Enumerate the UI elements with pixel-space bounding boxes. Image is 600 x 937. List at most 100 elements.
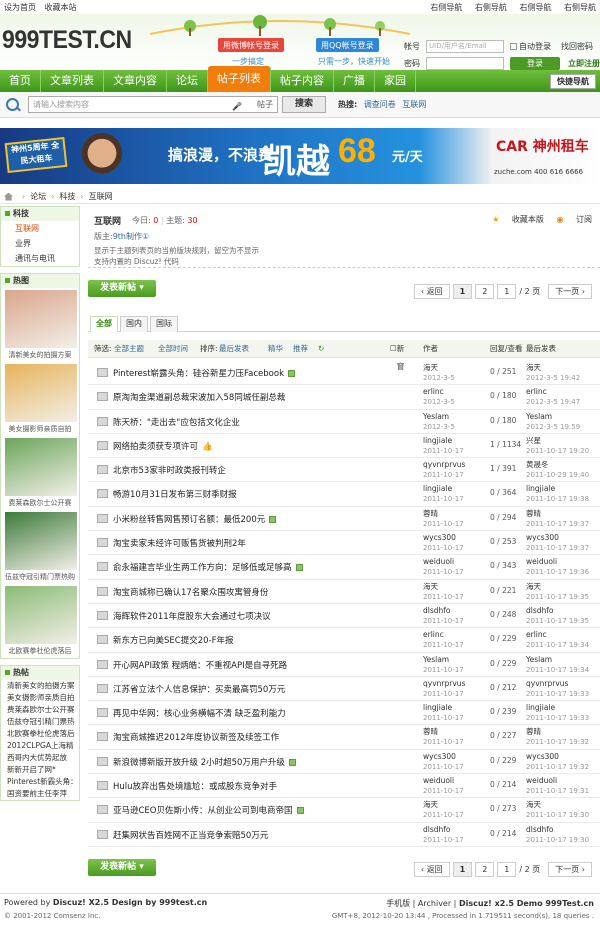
right-nav-link[interactable]: 右侧导航 xyxy=(519,3,551,12)
right-nav-link[interactable]: 右侧导航 xyxy=(430,3,462,12)
last-poster-link[interactable]: 海天 xyxy=(526,582,541,591)
account-input[interactable]: UID/用户名/Email xyxy=(426,40,504,53)
thread-title[interactable]: 赶集网状告百姓网不正当竞争索赔50万元 xyxy=(113,831,268,841)
last-post-time[interactable]: 2012-3-5 19:47 xyxy=(526,397,580,407)
hot-post-link[interactable]: 新新开启了网* xyxy=(1,764,79,776)
last-poster-link[interactable]: 兴星 xyxy=(526,436,541,445)
page-2-button[interactable]: 2 xyxy=(475,862,495,877)
sidebar-item-telecom[interactable]: 通讯与电讯 xyxy=(1,251,79,266)
last-post-time[interactable]: 2011-10-17 19:33 xyxy=(526,689,589,699)
hot-image-caption[interactable]: 清新美女的拍摄方案 xyxy=(1,348,79,362)
author-link[interactable]: wycs300 xyxy=(423,533,456,542)
hot-image-thumb[interactable] xyxy=(5,438,77,496)
home-icon[interactable] xyxy=(4,192,13,201)
thread-title[interactable]: 陈天桥："走出去"应包括文化企业 xyxy=(113,418,240,428)
bookmark-link[interactable]: 收藏本站 xyxy=(45,3,77,12)
quick-nav-button[interactable]: 快捷导航 xyxy=(550,74,596,89)
hot-post-link[interactable]: 国资要前主任李萍 xyxy=(1,788,79,800)
author-link[interactable]: 海天 xyxy=(423,582,438,591)
register-link[interactable]: 立即注册 xyxy=(568,58,600,69)
last-poster-link[interactable]: dlsdhfo xyxy=(526,825,554,834)
breadcrumb-item[interactable]: 论坛 xyxy=(30,191,46,202)
search-category-select[interactable]: 帖子 xyxy=(257,97,273,112)
powered-link[interactable]: Discuz! X2.5 Design by 999test.cn xyxy=(53,898,207,907)
last-post-time[interactable]: 2011-10-29 19:40 xyxy=(526,470,589,480)
last-post-time[interactable]: 2011-10-17 19:36 xyxy=(526,567,589,577)
thread-title[interactable]: 江苏省立法个人信息保护：买卖最高罚50万元 xyxy=(113,685,285,695)
new-post-button-bottom[interactable]: 发表新帖 ▾ xyxy=(88,859,156,876)
last-poster-link[interactable]: weiduoli xyxy=(526,776,557,785)
last-poster-link[interactable]: 海天 xyxy=(526,800,541,809)
page-jump-input[interactable]: 1 xyxy=(497,862,517,877)
all-topics-select[interactable]: 全部主题 xyxy=(114,340,144,358)
last-post-time[interactable]: 2011-10-17 19:37 xyxy=(526,543,589,553)
thread-title[interactable]: 网络拍卖须获专项许可 xyxy=(113,442,198,452)
last-post-time[interactable]: 2011-10-17 19:38 xyxy=(526,494,589,504)
tab-international[interactable]: 国际 xyxy=(150,316,178,332)
last-poster-link[interactable]: Yeslam xyxy=(526,412,552,421)
last-poster-link[interactable]: erlinc xyxy=(526,630,547,639)
nav-item-broadcast[interactable]: 广播 xyxy=(334,70,375,92)
new-window-checkbox[interactable]: ☐ 新窗 xyxy=(390,340,404,371)
hot-image-caption[interactable]: 费莱森欧尔士公开赛 xyxy=(1,496,79,510)
last-poster-link[interactable]: wycs300 xyxy=(526,752,559,761)
nav-item-home-space[interactable]: 家园 xyxy=(375,70,416,92)
thread-title[interactable]: 原淘淘金渠道副总裁宋波加入58同城任副总裁 xyxy=(113,393,285,403)
password-input[interactable] xyxy=(426,57,504,70)
favorite-forum-link[interactable]: ★ 收藏本版 xyxy=(492,215,544,224)
author-link[interactable]: dlsdhfo xyxy=(423,606,451,615)
hot-image-caption[interactable]: 伍兹夺冠引精门票热购 xyxy=(1,570,79,584)
last-post-time[interactable]: 2011-10-17 19:33 xyxy=(526,713,589,723)
author-link[interactable]: Yeslam xyxy=(423,655,449,664)
thread-title[interactable]: 新浪微博新版开放升级 2小时超50万用户升级 xyxy=(113,758,285,768)
sidebar-item-industry[interactable]: 业界 xyxy=(1,236,79,251)
last-poster-link[interactable]: 蓉晴 xyxy=(526,727,541,736)
nav-item-article-content[interactable]: 文章内容 xyxy=(104,70,167,92)
last-poster-link[interactable]: 黄晟冬 xyxy=(526,460,549,469)
right-nav-link[interactable]: 右侧导航 xyxy=(564,3,596,12)
hot-post-link[interactable]: 清新美女的拍摄方案 xyxy=(1,680,79,692)
last-post-time[interactable]: 2011-10-17 19:35 xyxy=(526,616,589,626)
thread-title[interactable]: 俞永福建言毕业生两工作方向：足够低或足够高 xyxy=(113,563,292,573)
page-1-button[interactable]: 1 xyxy=(452,284,473,299)
tab-all[interactable]: 全部 xyxy=(90,316,118,332)
hot-post-link[interactable]: Pinterest新霸头角： xyxy=(1,776,79,788)
hot-post-link[interactable]: 西哥内大优势起放 xyxy=(1,752,79,764)
last-post-time[interactable]: 2011-10-17 19:35 xyxy=(526,592,589,602)
last-post-time[interactable]: 2011-10-17 19:37 xyxy=(526,519,589,529)
last-post-time[interactable]: 2012-3-5 19:59 xyxy=(526,422,580,432)
ad-banner[interactable]: 神州5周年 全民大租车 搞浪漫，不浪费 凯越 68 元/天 CAR 神州租车 z… xyxy=(0,128,600,184)
last-post-time[interactable]: 2011-10-17 19:30 xyxy=(526,810,589,820)
page-jump-input[interactable]: 1 xyxy=(497,284,517,299)
breadcrumb-item[interactable]: 科技 xyxy=(59,191,75,202)
thread-title[interactable]: 淘宝商城称已确认17名聚众围攻寓管身份 xyxy=(113,588,268,598)
nav-item-thread-list[interactable]: 帖子列表 xyxy=(208,66,271,92)
author-link[interactable]: weiduoli xyxy=(423,776,454,785)
back-button[interactable]: ‹ 返回 xyxy=(413,284,450,299)
last-poster-link[interactable]: lingjiale xyxy=(526,484,555,493)
hot-post-link[interactable]: 费莱森欧尔士公开赛 xyxy=(1,704,79,716)
last-poster-link[interactable]: 海天 xyxy=(526,363,541,372)
site-logo[interactable]: 999TEST.CN xyxy=(2,26,132,55)
last-poster-link[interactable]: weiduoli xyxy=(526,557,557,566)
last-post-time[interactable]: 2011-10-17 19:31 xyxy=(526,786,589,796)
hot-image-thumb[interactable] xyxy=(5,512,77,570)
thread-title[interactable]: 北京市53家非时政类报刊转企 xyxy=(113,466,226,476)
last-poster-link[interactable]: dlsdhfo xyxy=(526,606,554,615)
qq-login-hint[interactable]: 只需一步，快速开始 xyxy=(318,56,390,67)
find-password-link[interactable]: 找回密码 xyxy=(561,41,593,52)
microphone-icon[interactable]: 🎤 xyxy=(232,99,242,114)
hot-post-link[interactable]: 2012CLPGA上海精 xyxy=(1,740,79,752)
back-button[interactable]: ‹ 返回 xyxy=(413,862,450,877)
right-nav-link[interactable]: 右侧导航 xyxy=(475,3,507,12)
nav-item-home[interactable]: 首页 xyxy=(0,70,41,92)
auto-login-checkbox[interactable]: 自动登录 xyxy=(510,41,551,52)
last-post-time[interactable]: 2011-10-17 19:32 xyxy=(526,737,589,747)
author-link[interactable]: erlinc xyxy=(423,630,444,639)
hot-image-thumb[interactable] xyxy=(5,586,77,644)
tab-domestic[interactable]: 国内 xyxy=(120,316,148,332)
last-poster-link[interactable]: wycs300 xyxy=(526,533,559,542)
nav-item-forum[interactable]: 论坛 xyxy=(167,70,208,92)
search-button[interactable]: 搜索 xyxy=(282,96,326,113)
author-link[interactable]: weiduoli xyxy=(423,557,454,566)
